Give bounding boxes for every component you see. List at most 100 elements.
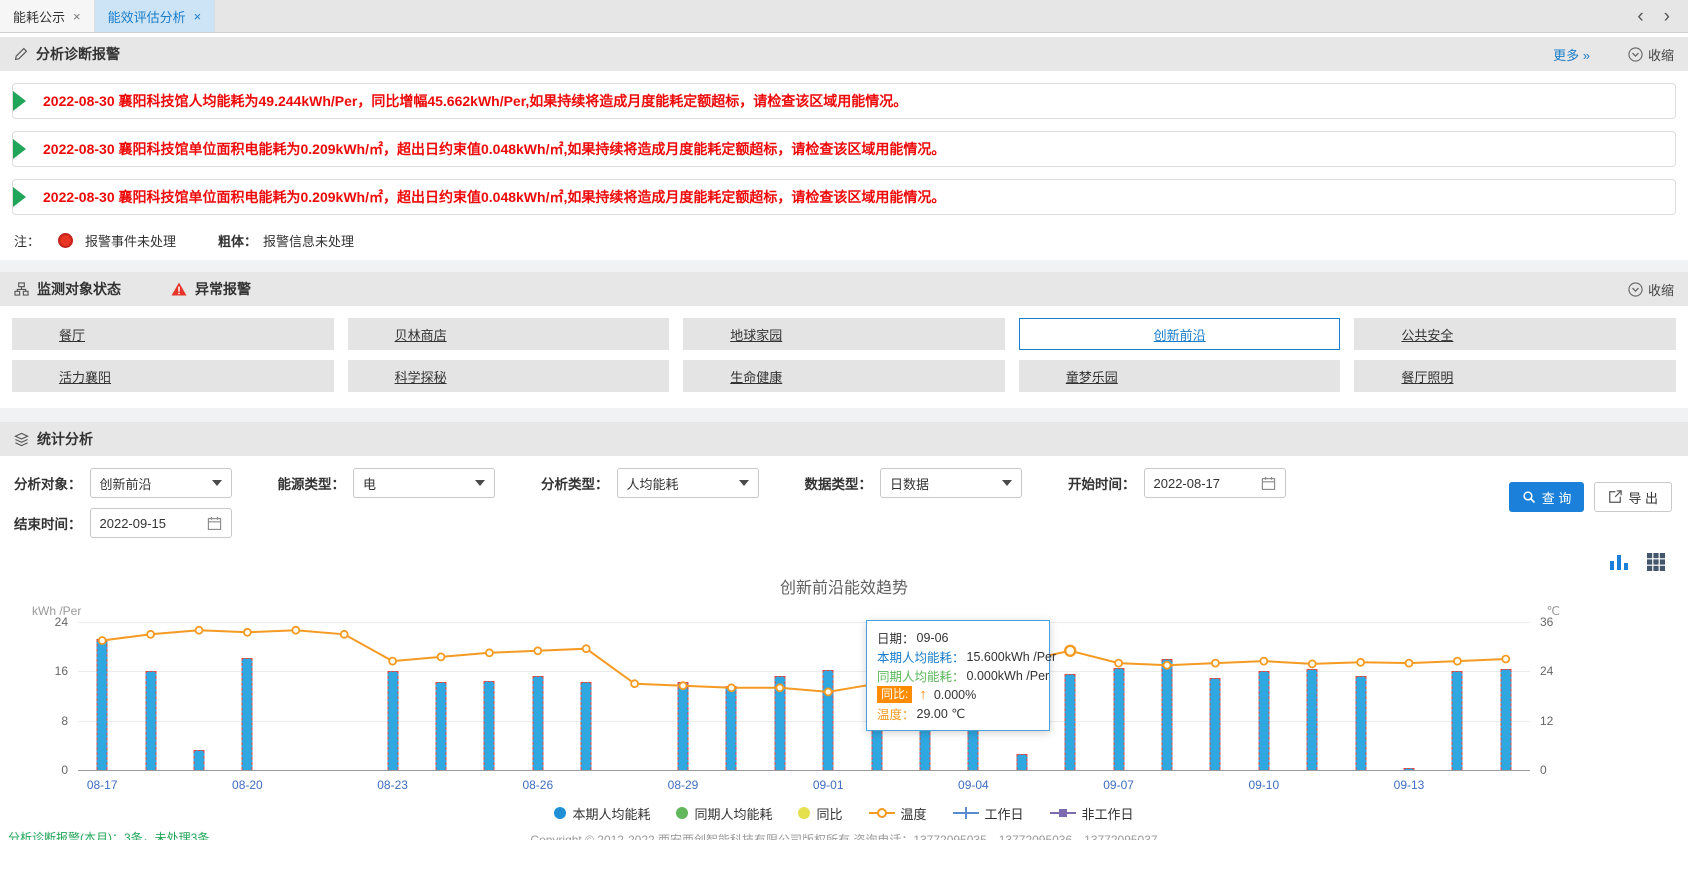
temperature-point-08-22[interactable] [341,631,348,638]
temperature-point-08-31[interactable] [776,684,783,691]
tabs: 能耗公示×能效评估分析× [0,0,215,32]
calendar-icon [207,516,222,531]
temperature-point-08-18[interactable] [147,631,154,638]
temperature-point-09-06[interactable] [1065,646,1075,656]
temperature-point-09-01[interactable] [825,688,832,695]
legend-同比[interactable]: 同比 [798,804,842,823]
temperature-point-08-21[interactable] [292,627,299,634]
legend-label: 温度 [901,804,927,823]
chart-title: 创新前沿能效趋势 [0,576,1688,602]
tooltip-yoy-value: 0.000% [934,688,976,702]
tab-close-icon[interactable]: × [73,9,81,24]
legend-工作日[interactable]: 工作日 [953,804,1024,823]
temperature-point-09-12[interactable] [1357,659,1364,666]
temperature-point-09-10[interactable] [1260,658,1267,665]
alert-text: 2022-08-30 襄阳科技馆单位面积电能耗为0.209kWh/㎡，超出日约束… [43,187,945,207]
alert-note-row: 注： 报警事件未处理 粗体： 报警信息未处理 [0,227,1688,260]
pencil-icon [14,47,28,61]
monitor-object-童梦乐园[interactable]: 童梦乐园 [1019,360,1341,392]
legend-dot-icon [798,807,810,819]
legend-label: 本期人均能耗 [572,804,650,823]
note-dot-text: 报警事件未处理 [85,231,176,250]
temperature-point-08-23[interactable] [389,658,396,665]
note-bold-prefix: 粗体： [218,231,257,250]
monitor-object-餐厅[interactable]: 餐厅 [12,318,334,350]
monitor-object-创新前沿[interactable]: 创新前沿 [1019,318,1341,350]
export-button[interactable]: 导 出 [1594,482,1672,512]
monitor-object-活力襄阳[interactable]: 活力襄阳 [12,360,334,392]
monitor-object-生命健康[interactable]: 生命健康 [683,360,1005,392]
alert-row: 2022-08-30 襄阳科技馆人均能耗为49.244kWh/Per，同比增幅4… [12,83,1676,119]
legend-本期人均能耗[interactable]: 本期人均能耗 [554,804,650,823]
legend-非工作日[interactable]: 非工作日 [1050,804,1134,823]
x-axis-tick: 08-26 [522,778,553,792]
temperature-point-08-27[interactable] [583,645,590,652]
temperature-point-09-13[interactable] [1406,660,1413,667]
filter-start-date: 开始时间： 2022-08-17 [1068,468,1286,498]
tooltip-current-value: 15.600kWh /Per [967,650,1057,664]
collapse-icon [1628,47,1643,62]
tab-close-icon[interactable]: × [194,9,202,24]
temperature-point-09-14[interactable] [1454,658,1461,665]
energy-trend-chart: kWh /Per ℃ 日期： 09-06 本期人均能耗： 15.600kWh /… [10,602,1678,800]
x-axis-tick: 09-13 [1394,778,1425,792]
tab-scroll-left-icon[interactable]: ‹ [1637,7,1643,26]
temperature-point-08-20[interactable] [244,629,251,636]
up-arrow-icon: ↑ [919,686,927,703]
temperature-point-08-17[interactable] [99,637,106,644]
chart-plot-area [78,622,1530,770]
tab-能效评估分析[interactable]: 能效评估分析× [95,0,216,32]
monitor-object-贝林商店[interactable]: 贝林商店 [348,318,670,350]
chevron-down-icon [739,480,749,486]
stats-section-title: 统计分析 [37,429,93,449]
start-date-input[interactable]: 2022-08-17 [1144,468,1286,498]
legend-温度[interactable]: 温度 [869,804,927,823]
monitor-collapse-button[interactable]: 收缩 [1628,280,1674,299]
analysis-object-select[interactable]: 创新前沿 [90,468,232,498]
y-axis-tick-left: 8 [12,714,68,728]
alarm-collapse-button[interactable]: 收缩 [1628,45,1674,64]
temperature-point-09-11[interactable] [1309,660,1316,667]
legend-label: 同比 [816,804,842,823]
temperature-point-09-09[interactable] [1212,660,1219,667]
tooltip-date-label: 日期： [877,628,915,647]
filter-energy-type: 能源类型：电 [278,468,496,498]
copyright-text: Copyright © 2012-2022 西安西创智能科技有限公司版权所有 咨… [0,831,1688,840]
table-view-icon[interactable] [1646,552,1666,572]
filter-label: 开始时间： [1068,473,1136,493]
legend-dot-icon [676,807,688,819]
data-type-select[interactable]: 日数据 [880,468,1022,498]
temperature-point-09-08[interactable] [1164,662,1171,669]
temperature-point-09-07[interactable] [1115,660,1122,667]
monitor-object-地球家园[interactable]: 地球家园 [683,318,1005,350]
monitor-object-餐厅照明[interactable]: 餐厅照明 [1354,360,1676,392]
monitor-section: 监测对象状态 异常报警 收缩 餐厅贝林商店地球家园创新前沿公共安全活力襄阳科学探… [0,272,1688,408]
temperature-point-08-28[interactable] [631,680,638,687]
legend-同期人均能耗[interactable]: 同期人均能耗 [676,804,772,823]
x-axis-tick: 09-04 [958,778,989,792]
temperature-point-08-19[interactable] [196,627,203,634]
temperature-point-09-15[interactable] [1502,656,1509,663]
tooltip-previous-value: 0.000kWh /Per [967,669,1050,683]
more-link[interactable]: 更多 » [1553,45,1590,64]
temperature-point-08-26[interactable] [534,647,541,654]
chevron-down-icon [475,480,485,486]
temperature-point-08-30[interactable] [728,684,735,691]
tab-scroll-right-icon[interactable]: › [1664,7,1670,26]
end-date-input[interactable]: 2022-09-15 [90,508,232,538]
tab-label: 能耗公示 [13,7,65,26]
legend-line-circle-icon [869,807,895,819]
x-axis-tick: 09-07 [1103,778,1134,792]
temperature-point-08-24[interactable] [438,653,445,660]
energy-type-select[interactable]: 电 [353,468,495,498]
tooltip-current-label: 本期人均能耗： [877,647,965,666]
temperature-point-08-29[interactable] [680,682,687,689]
query-button[interactable]: 查 询 [1509,482,1585,512]
monitor-object-科学探秘[interactable]: 科学探秘 [348,360,670,392]
warning-icon [171,282,187,296]
analysis-type-select[interactable]: 人均能耗 [617,468,759,498]
monitor-object-公共安全[interactable]: 公共安全 [1354,318,1676,350]
tab-能耗公示[interactable]: 能耗公示 × [0,0,95,32]
bar-chart-view-icon[interactable] [1608,552,1630,572]
temperature-point-08-25[interactable] [486,649,493,656]
